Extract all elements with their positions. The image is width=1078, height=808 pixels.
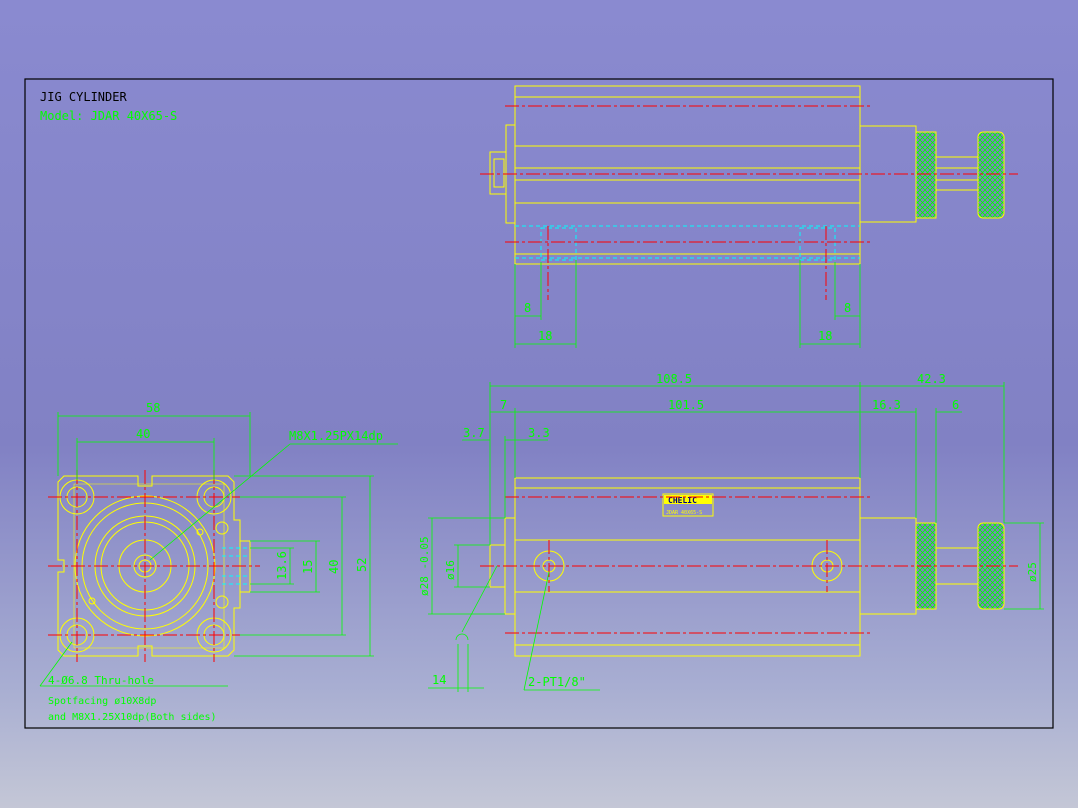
dim-top-left-18: 18 xyxy=(538,329,552,343)
dim-side-dia-28: ø28 -0.05 xyxy=(418,536,431,596)
top-view-dimensions xyxy=(514,260,861,348)
tap-note: M8X1.25PX14dp xyxy=(289,429,383,443)
dim-front-58: 58 xyxy=(146,401,160,415)
dim-side-14: 14 xyxy=(432,673,446,687)
front-view-centerlines xyxy=(48,470,260,662)
dim-front-15: 15 xyxy=(301,560,315,574)
dim-side-dia-25: ø25 xyxy=(1026,562,1039,582)
cad-drawing: JIG CYLINDER Model: JDAR 40X65-S 8 18 18… xyxy=(24,78,1054,729)
dim-front-52: 52 xyxy=(355,558,369,572)
holes-note: 4-Ø6.8 Thru-hole xyxy=(48,674,154,687)
dim-side-42-3: 42.3 xyxy=(917,372,946,386)
dim-side-16-3: 16.3 xyxy=(872,398,901,412)
top-view-hidden-lines xyxy=(515,225,860,261)
dim-side-7: 7 xyxy=(500,398,507,412)
plate-model-label: JDAR 40X65-S xyxy=(666,510,702,516)
dim-front-13-6: 13.6 xyxy=(275,551,289,580)
dim-top-right-8: 8 xyxy=(844,301,851,315)
dim-front-40-vertical: 40 xyxy=(327,560,341,574)
dim-side-3-7: 3.7 xyxy=(463,426,485,440)
dim-side-108-5: 108.5 xyxy=(656,372,692,386)
dim-top-left-8: 8 xyxy=(524,301,531,315)
dim-side-101-5: 101.5 xyxy=(668,398,704,412)
thread-note: and M8X1.25X10dp(Both sides) xyxy=(48,712,217,723)
side-view-centerlines xyxy=(480,496,1018,634)
side-view xyxy=(489,477,1005,657)
ports-note: 2-PT1/8" xyxy=(528,675,586,689)
dim-front-40: 40 xyxy=(136,427,150,441)
dim-side-3-3: 3.3 xyxy=(528,426,550,440)
top-view xyxy=(489,85,1005,265)
front-view-dimensions xyxy=(39,412,398,687)
dim-top-right-18: 18 xyxy=(818,329,832,343)
drawing-title: JIG CYLINDER xyxy=(40,90,127,104)
dim-side-6: 6 xyxy=(952,398,959,412)
dim-side-dia-16: ø16 xyxy=(444,560,457,580)
counterbore-note: Spotfacing ø10X8dp xyxy=(48,696,156,707)
model-label: Model: JDAR 40X65-S xyxy=(40,109,177,123)
